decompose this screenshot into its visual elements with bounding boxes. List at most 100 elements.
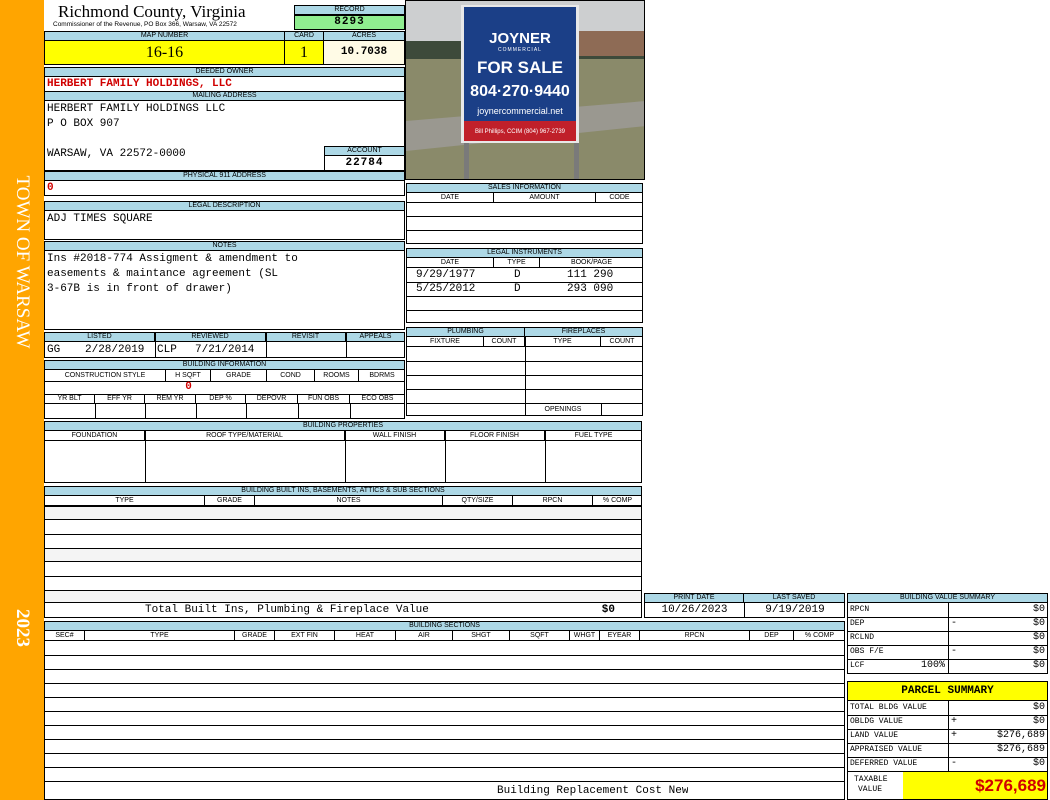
card-number: 1 (284, 40, 324, 65)
commissioner-text: Commissioner of the Revenue, PO Box 366,… (53, 21, 237, 28)
builtins-col-grade: GRADE (205, 496, 255, 506)
listed-by: GG (47, 344, 61, 356)
sign-brand: JOYNER (489, 31, 551, 47)
sign-phone: 804·270·9440 (470, 83, 570, 100)
account-number: 22784 (324, 155, 405, 171)
parcel-obldg-value: $0 (1032, 716, 1045, 727)
instrument-row-1-type: D (514, 269, 521, 281)
prop-col-foundation: FOUNDATION (45, 431, 145, 441)
parcel-summary-table: TOTAL BLDG VALUE $0 OBLDG VALUE + $0 LAN… (847, 700, 1048, 772)
notes-line-3: 3-67B is in front of drawer) (47, 283, 232, 295)
builtins-col-qty: QTY/SIZE (443, 496, 513, 506)
sales-col-amount: AMOUNT (494, 193, 596, 203)
legal-instruments-table: DATE TYPE BOOK/PAGE 9/29/1977 D 111 290 … (406, 257, 643, 323)
county-title: Richmond County, Virginia (58, 2, 246, 21)
sidebar-year-label: 2023 (12, 609, 33, 647)
sec-col-grade: GRADE (235, 631, 275, 641)
taxable-value-row: TAXABLE VALUE $276,689 (847, 771, 1048, 800)
parcel-total-bldg-value: $0 (1032, 702, 1045, 713)
mailing-line-2: P O BOX 907 (47, 118, 120, 130)
building-sections-table: SEC# TYPE GRADE EXT FIN HEAT AIR SHGT SQ… (44, 630, 845, 800)
bvs-rclnd-value: $0 (1032, 632, 1045, 643)
parcel-land-label: LAND VALUE (850, 731, 899, 740)
bi-col-grade: GRADE (211, 370, 267, 382)
sec-col-eyear: EYEAR (600, 631, 640, 641)
bi-col-bdrms: BDRMS (359, 370, 404, 382)
bvs-rpcn-label: RPCN (850, 605, 870, 614)
bi-col-eff-yr: EFF YR (95, 394, 145, 404)
mailing-line-1: HERBERT FAMILY HOLDINGS LLC (47, 103, 226, 115)
listed-header: LISTED (45, 333, 155, 342)
record-number: 8293 (294, 15, 405, 30)
builtins-col-rpcn: RPCN (513, 496, 593, 506)
physical-address-value: 0 (44, 180, 405, 196)
bvs-lcf-label: LCF (850, 661, 865, 670)
prop-col-fuel: FUEL TYPE (545, 431, 641, 441)
prop-col-roof: ROOF TYPE/MATERIAL (145, 431, 345, 441)
fireplaces-col-count: COUNT (601, 337, 642, 347)
record-header: RECORD (294, 5, 405, 15)
sec-col-air: AIR (396, 631, 453, 641)
last-saved-value: 9/19/2019 (765, 604, 825, 616)
sec-col-shgt: SHGT (453, 631, 510, 641)
sec-col-heat: HEAT (335, 631, 396, 641)
prop-col-floor: FLOOR FINISH (445, 431, 545, 441)
notes-line-2: easements & maintance agreement (SL (47, 268, 279, 280)
building-properties-table: FOUNDATION ROOF TYPE/MATERIAL WALL FINIS… (44, 430, 642, 483)
sign-website: joynercommercial.net (477, 106, 563, 116)
sec-col-rpcn: RPCN (640, 631, 750, 641)
bi-hsqft-value: 0 (185, 381, 192, 393)
appeals-header: APPEALS (345, 333, 404, 342)
bvs-obs-value: $0 (1032, 646, 1045, 657)
sign-brand-sub: COMMERCIAL (498, 47, 542, 53)
sec-col-whgt: WHGT (570, 631, 600, 641)
reviewed-header: REVIEWED (154, 333, 266, 342)
fireplaces-openings-label: OPENINGS (544, 406, 582, 413)
sections-footer-label: Building Replacement Cost New (497, 785, 689, 797)
parcel-total-bldg-label: TOTAL BLDG VALUE (850, 703, 927, 712)
map-number: 16-16 (44, 40, 285, 65)
builtins-total-row: Total Built Ins, Plumbing & Fireplace Va… (44, 602, 642, 618)
bvs-lcf-pct: 100% (920, 660, 945, 671)
sec-col-comp: % COMP (794, 631, 844, 641)
building-info-table: CONSTRUCTION STYLE H SQFT GRADE COND ROO… (44, 369, 405, 419)
bvs-obs-label: OBS F/E (850, 647, 884, 656)
bi-col-rooms: ROOMS (315, 370, 359, 382)
builtins-col-notes: NOTES (255, 496, 443, 506)
bi-col-eco-obs: ECO OBS (350, 394, 404, 404)
bi-col-cond: COND (267, 370, 315, 382)
mailing-line-3: WARSAW, VA 22572-0000 (47, 148, 186, 160)
bi-col-fun-obs: FUN OBS (298, 394, 350, 404)
instruments-col-date: DATE (407, 258, 494, 268)
parcel-appraised-label: APPRAISED VALUE (850, 745, 923, 754)
bvs-table: RPCN $0 DEP - $0 RCLND $0 OBS F/E - $0 L… (847, 602, 1048, 674)
sec-col-extfin: EXT FIN (275, 631, 335, 641)
revisit-header: REVISIT (265, 333, 346, 342)
bvs-rpcn-value: $0 (1032, 604, 1045, 615)
builtins-table: TYPE GRADE NOTES QTY/SIZE RPCN % COMP (44, 495, 642, 603)
print-date-value: 10/26/2023 (661, 604, 728, 616)
bi-col-depovr: DEPOVR (246, 394, 298, 404)
sec-col-num: SEC# (45, 631, 85, 641)
plumbing-col-fixture: FIXTURE (407, 337, 484, 347)
instruments-col-type: TYPE (494, 258, 540, 268)
taxable-value: $276,689 (975, 776, 1046, 795)
instruments-col-bookpage: BOOK/PAGE (540, 258, 642, 268)
builtins-col-comp: % COMP (593, 496, 641, 506)
sign-agent: Bill Phillips, CCIM (804) 967-2739 (474, 129, 566, 135)
sidebar-town-label: TOWN OF WARSAW (12, 175, 33, 349)
plumbing-fireplaces-table: FIXTURE COUNT TYPE COUNT OPENINGS (406, 336, 643, 416)
builtins-col-type: TYPE (45, 496, 205, 506)
parcel-obldg-label: OBLDG VALUE (850, 717, 903, 726)
deeded-owner-name: HERBERT FAMILY HOLDINGS, LLC (44, 76, 405, 92)
taxable-label-line-2: VALUE (858, 785, 883, 794)
instrument-row-1-date: 9/29/1977 (416, 269, 476, 281)
sales-col-code: CODE (596, 193, 642, 203)
acres-value: 10.7038 (323, 40, 405, 65)
status-row: LISTED REVIEWED REVISIT APPEALS GG 2/28/… (44, 332, 405, 358)
instrument-row-2-book: 293 090 (567, 283, 614, 295)
instrument-row-2-type: D (514, 283, 521, 295)
fireplaces-col-type: TYPE (525, 337, 601, 347)
bvs-rclnd-label: RCLND (850, 633, 875, 642)
bvs-dep-label: DEP (850, 619, 865, 628)
